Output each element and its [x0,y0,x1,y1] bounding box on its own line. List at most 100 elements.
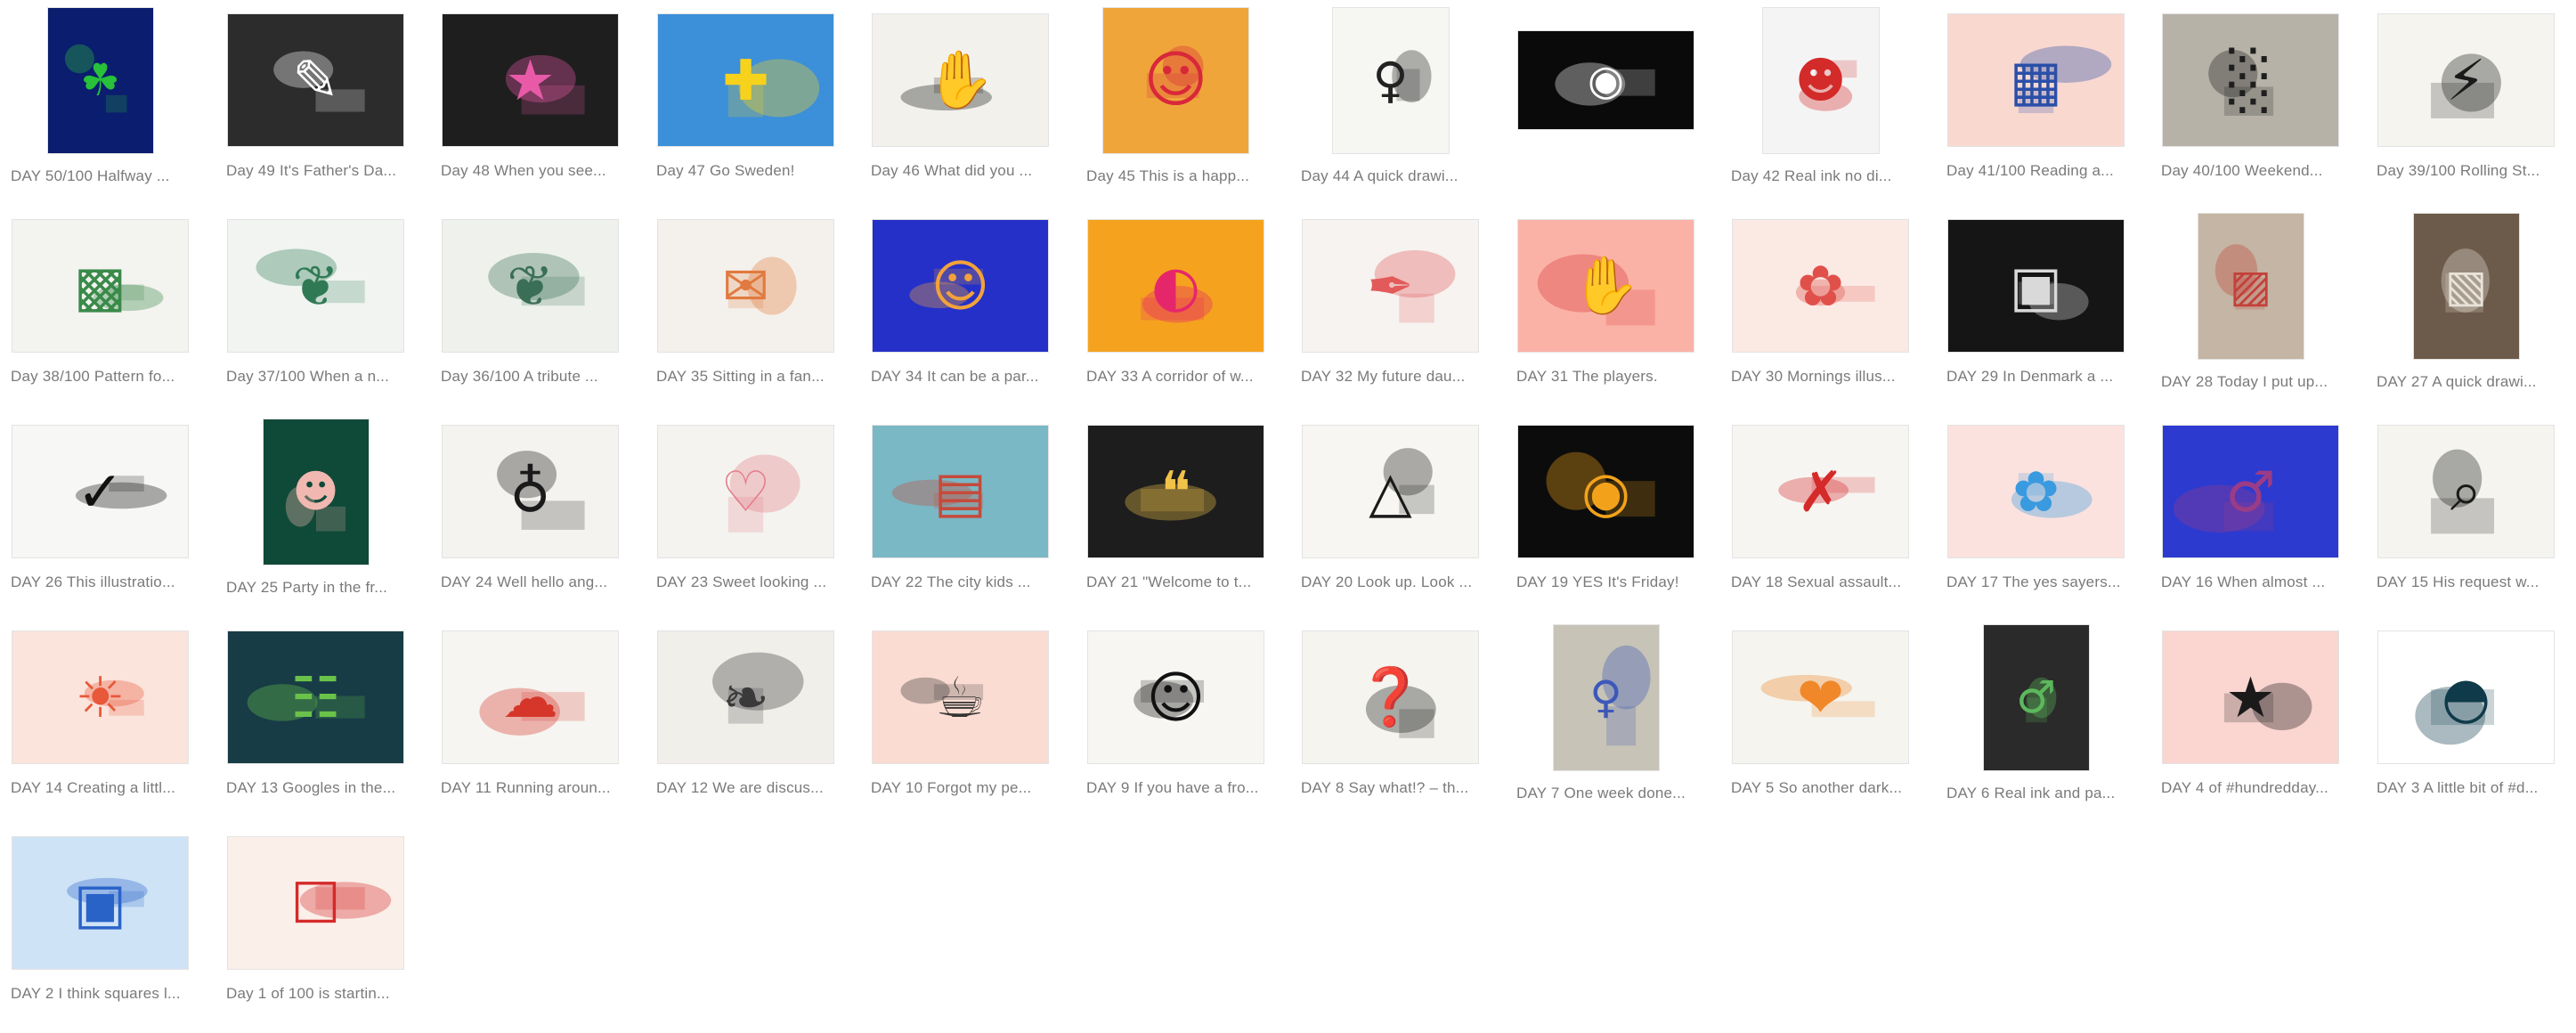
gallery-item[interactable]: ▧ DAY 27 A quick drawi... [2375,211,2557,416]
thumbnail-image[interactable]: ░ [2162,13,2339,147]
thumbnail-caption[interactable]: Day 38/100 Pattern fo... [11,368,190,386]
gallery-item[interactable]: ♁ DAY 24 Well hello ang... [439,417,622,622]
thumbnail-caption[interactable]: DAY 4 of #hundredday... [2161,779,2340,797]
thumbnail-image[interactable]: ▣ [1947,219,2125,353]
gallery-item[interactable]: ☻ DAY 25 Party in the fr... [224,417,407,622]
thumbnail-caption[interactable]: DAY 22 The city kids ... [871,573,1050,591]
thumbnail-caption[interactable]: Day 41/100 Reading a... [1946,162,2125,180]
thumbnail-image[interactable]: ✎ [227,13,404,147]
thumbnail-image[interactable]: ☀ [12,630,189,764]
thumbnail-caption[interactable]: DAY 20 Look up. Look ... [1301,573,1480,591]
thumbnail-caption[interactable]: DAY 30 Mornings illus... [1731,368,1910,386]
thumbnail-image[interactable]: ❝ [1087,425,1264,558]
gallery-item[interactable]: ❝ DAY 21 "Welcome to t... [1085,417,1267,622]
gallery-item[interactable]: ✋ Day 46 What did you ... [869,5,1052,210]
gallery-item[interactable]: ◓ DAY 3 A little bit of #d... [2375,622,2557,827]
gallery-item[interactable]: ❓ DAY 8 Say what!? – th... [1299,622,1482,827]
thumbnail-caption[interactable]: DAY 13 Googles in the... [226,779,405,797]
gallery-item[interactable]: ☕ DAY 10 Forgot my pe... [869,622,1052,827]
thumbnail-caption[interactable]: Day 39/100 Rolling St... [2377,162,2556,180]
thumbnail-caption[interactable]: Day 37/100 When a n... [226,368,405,386]
gallery-item[interactable]: ✉ DAY 35 Sitting in a fan... [654,211,837,416]
gallery-item[interactable]: ✗ DAY 18 Sexual assault... [1729,417,1912,622]
thumbnail-image[interactable]: ⌕ [2377,425,2555,558]
thumbnail-image[interactable]: ✋ [872,13,1049,147]
thumbnail-caption[interactable]: DAY 2 I think squares l... [11,985,190,1003]
thumbnail-caption[interactable]: Day 1 of 100 is startin... [226,985,405,1003]
gallery-item[interactable]: ❧ DAY 12 We are discus... [654,622,837,827]
thumbnail-image[interactable]: △ [1302,425,1479,558]
gallery-item[interactable]: ▣ DAY 29 In Denmark a ... [1945,211,2127,416]
thumbnail-image[interactable]: ▣ [12,836,189,970]
gallery-item[interactable]: ♡ DAY 23 Sweet looking ... [654,417,837,622]
gallery-item[interactable]: ✓ DAY 26 This illustratio... [9,417,191,622]
thumbnail-caption[interactable]: DAY 25 Party in the fr... [226,579,405,597]
gallery-item[interactable]: ☺ Day 45 This is a happ... [1085,5,1267,210]
thumbnail-caption[interactable]: DAY 31 The players. [1516,368,1695,386]
thumbnail-image[interactable]: ☷ [227,630,404,764]
thumbnail-image[interactable]: ☺ [872,219,1049,353]
thumbnail-image[interactable]: ✿ [1947,425,2125,558]
thumbnail-image[interactable]: ♀ [1331,6,1450,154]
gallery-item[interactable]: ★ Day 48 When you see... [439,5,622,210]
thumbnail-image[interactable]: ★ [442,13,619,147]
thumbnail-caption[interactable]: DAY 27 A quick drawi... [2377,373,2556,391]
gallery-item[interactable]: ▣ DAY 2 I think squares l... [9,828,191,1033]
thumbnail-image[interactable]: ◐ [1087,219,1264,353]
thumbnail-caption[interactable]: DAY 29 In Denmark a ... [1946,368,2125,386]
gallery-item[interactable]: ☁ DAY 11 Running aroun... [439,622,622,827]
thumbnail-image[interactable]: ♡ [657,425,834,558]
gallery-item[interactable]: ♀ Day 44 A quick drawi... [1299,5,1482,210]
thumbnail-image[interactable]: ☺ [1102,6,1249,154]
gallery-item[interactable]: ☷ DAY 13 Googles in the... [224,622,407,827]
thumbnail-image[interactable]: ♁ [442,425,619,558]
thumbnail-caption[interactable]: Day 36/100 A tribute ... [441,368,620,386]
thumbnail-caption[interactable]: DAY 32 My future dau... [1301,368,1480,386]
gallery-item[interactable]: ░ Day 40/100 Weekend... [2159,5,2342,210]
thumbnail-caption[interactable]: Day 45 This is a happ... [1086,167,1265,185]
thumbnail-image[interactable]: ✓ [12,425,189,558]
thumbnail-caption[interactable]: DAY 10 Forgot my pe... [871,779,1050,797]
gallery-item[interactable]: ☺ DAY 9 If you have a fro... [1085,622,1267,827]
thumbnail-caption[interactable]: DAY 15 His request w... [2377,573,2556,591]
thumbnail-caption[interactable]: DAY 34 It can be a par... [871,368,1050,386]
thumbnail-caption[interactable]: DAY 12 We are discus... [656,779,835,797]
gallery-item[interactable]: ✚ Day 47 Go Sweden! [654,5,837,210]
thumbnail-caption[interactable]: DAY 11 Running aroun... [441,779,620,797]
thumbnail-caption[interactable]: Day 42 Real ink no di... [1731,167,1910,185]
thumbnail-caption[interactable]: DAY 6 Real ink and pa... [1946,785,2125,802]
thumbnail-caption[interactable]: Day 44 A quick drawi... [1301,167,1480,185]
thumbnail-image[interactable]: ▤ [872,425,1049,558]
thumbnail-image[interactable]: ☻ [262,418,370,565]
thumbnail-image[interactable]: ❤ [1732,630,1909,764]
thumbnail-caption[interactable]: DAY 17 The yes sayers... [1946,573,2125,591]
gallery-item[interactable]: ▦ Day 41/100 Reading a... [1945,5,2127,210]
gallery-item[interactable]: ✿ DAY 17 The yes sayers... [1945,417,2127,622]
thumbnail-image[interactable]: ✋ [1517,219,1694,353]
thumbnail-caption[interactable]: DAY 14 Creating a littl... [11,779,190,797]
thumbnail-caption[interactable]: Day 46 What did you ... [871,162,1050,180]
thumbnail-image[interactable]: ❦ [442,219,619,353]
gallery-item[interactable]: ✿ DAY 30 Mornings illus... [1729,211,1912,416]
thumbnail-image[interactable]: ✗ [1732,425,1909,558]
thumbnail-image[interactable]: ☘ [46,6,154,154]
thumbnail-image[interactable]: ☺ [1087,630,1264,764]
thumbnail-image[interactable]: ▨ [2197,212,2304,360]
thumbnail-image[interactable]: ☕ [872,630,1049,764]
gallery-item[interactable]: ⚡ Day 39/100 Rolling St... [2375,5,2557,210]
thumbnail-image[interactable]: ◉ [1517,30,1694,130]
thumbnail-image[interactable]: ❧ [657,630,834,764]
thumbnail-image[interactable]: ☻ [1761,6,1880,154]
gallery-item[interactable]: ❦ Day 36/100 A tribute ... [439,211,622,416]
gallery-item[interactable]: ◉ DAY 19 YES It's Friday! [1515,417,1697,622]
thumbnail-caption[interactable]: DAY 50/100 Halfway ... [11,167,190,185]
gallery-item[interactable]: ◐ DAY 33 A corridor of w... [1085,211,1267,416]
thumbnail-image[interactable]: ♂ [1982,623,2090,771]
gallery-item[interactable]: ✒ DAY 32 My future dau... [1299,211,1482,416]
gallery-item[interactable]: ☻ Day 42 Real ink no di... [1729,5,1912,210]
thumbnail-caption[interactable]: DAY 28 Today I put up... [2161,373,2340,391]
thumbnail-caption[interactable]: DAY 18 Sexual assault... [1731,573,1910,591]
thumbnail-image[interactable]: ✿ [1732,219,1909,353]
thumbnail-caption[interactable]: DAY 35 Sitting in a fan... [656,368,835,386]
thumbnail-image[interactable]: ❦ [227,219,404,353]
